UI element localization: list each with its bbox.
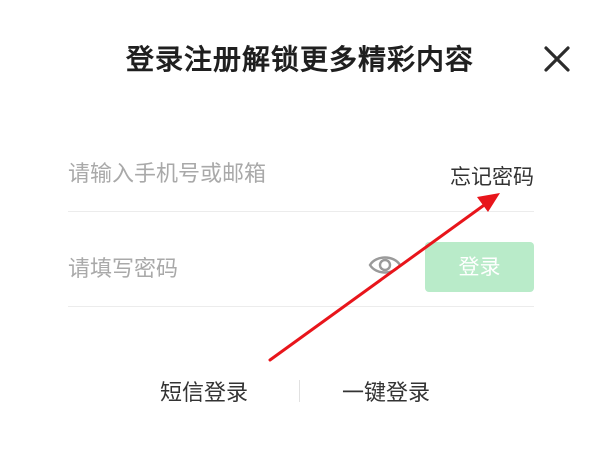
show-password-toggle[interactable]: [368, 251, 402, 279]
login-button[interactable]: 登录: [425, 242, 534, 292]
close-button[interactable]: [542, 44, 572, 74]
account-input[interactable]: [68, 157, 408, 191]
forgot-password-link[interactable]: 忘记密码: [450, 161, 534, 191]
dialog-title: 登录注册解锁更多精彩内容: [125, 43, 474, 76]
close-icon: [544, 46, 570, 72]
footer-divider: [299, 380, 300, 402]
password-row: 登录: [68, 240, 534, 307]
account-row: 忘记密码: [68, 145, 534, 212]
sms-login-link[interactable]: 短信登录: [160, 375, 248, 407]
one-click-login-link[interactable]: 一键登录: [342, 375, 430, 407]
password-input[interactable]: [68, 252, 358, 286]
eye-icon: [368, 256, 402, 274]
